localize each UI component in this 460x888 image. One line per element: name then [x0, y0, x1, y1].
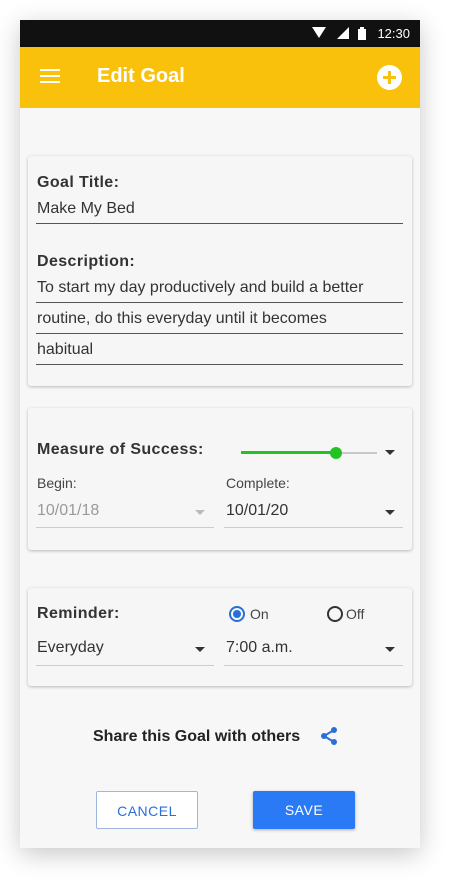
save-button[interactable]: SAVE: [253, 791, 355, 829]
app-bar: Edit Goal: [20, 47, 420, 108]
goal-card: Goal Title: Make My Bed Description: To …: [28, 156, 412, 386]
reminder-label: Reminder:: [37, 605, 120, 622]
menu-icon[interactable]: [40, 69, 60, 85]
status-bar: 12:30: [20, 20, 420, 47]
wifi-icon: [312, 27, 326, 38]
complete-date-underline: [224, 527, 403, 528]
chevron-down-icon[interactable]: [385, 450, 395, 455]
slider-thumb[interactable]: [330, 447, 343, 459]
description-underline: [36, 333, 403, 334]
success-card: Measure of Success: Begin: Complete: 10/…: [28, 408, 412, 550]
success-slider[interactable]: [241, 447, 377, 459]
chevron-down-icon[interactable]: [385, 647, 395, 652]
reminder-card: Reminder: On Off Everyday 7:00 a.m.: [28, 588, 412, 686]
chevron-down-icon[interactable]: [195, 510, 205, 515]
description-line[interactable]: habitual: [37, 341, 93, 359]
description-underline: [36, 364, 403, 365]
complete-date-field[interactable]: 10/01/20: [226, 502, 288, 520]
chevron-down-icon[interactable]: [385, 510, 395, 515]
main-content: Goal Title: Make My Bed Description: To …: [20, 108, 420, 848]
reminder-off-label[interactable]: Off: [346, 606, 364, 622]
reminder-on-label[interactable]: On: [250, 606, 269, 622]
reminder-off-radio[interactable]: [327, 606, 343, 622]
chevron-down-icon[interactable]: [195, 647, 205, 652]
goal-title-underline: [36, 223, 403, 224]
frequency-underline: [36, 665, 214, 666]
reminder-on-radio[interactable]: [229, 606, 245, 622]
begin-date-underline: [36, 527, 214, 528]
slider-fill: [241, 451, 337, 454]
reminder-frequency-select[interactable]: Everyday: [37, 639, 104, 657]
reminder-time-select[interactable]: 7:00 a.m.: [226, 639, 293, 657]
measure-of-success-label: Measure of Success:: [37, 441, 204, 458]
share-icon[interactable]: [319, 726, 339, 746]
description-line[interactable]: routine, do this everyday until it becom…: [37, 310, 327, 328]
begin-date-field[interactable]: 10/01/18: [37, 502, 99, 520]
phone-screen: 12:30 Edit Goal Goal Title: Make My Bed …: [20, 20, 420, 848]
clock: 12:30: [377, 26, 410, 41]
time-underline: [224, 665, 403, 666]
battery-icon: [358, 27, 366, 40]
complete-label: Complete:: [226, 475, 290, 491]
page-title: Edit Goal: [97, 65, 185, 87]
goal-title-label: Goal Title:: [37, 174, 120, 191]
add-icon[interactable]: [377, 65, 402, 90]
cell-signal-icon: [337, 27, 349, 39]
description-line[interactable]: To start my day productively and build a…: [37, 279, 363, 297]
description-underline: [36, 302, 403, 303]
goal-title-field[interactable]: Make My Bed: [37, 200, 135, 218]
share-text[interactable]: Share this Goal with others: [93, 728, 300, 746]
cancel-button[interactable]: CANCEL: [96, 791, 198, 829]
description-label: Description:: [37, 253, 136, 270]
begin-label: Begin:: [37, 475, 77, 491]
